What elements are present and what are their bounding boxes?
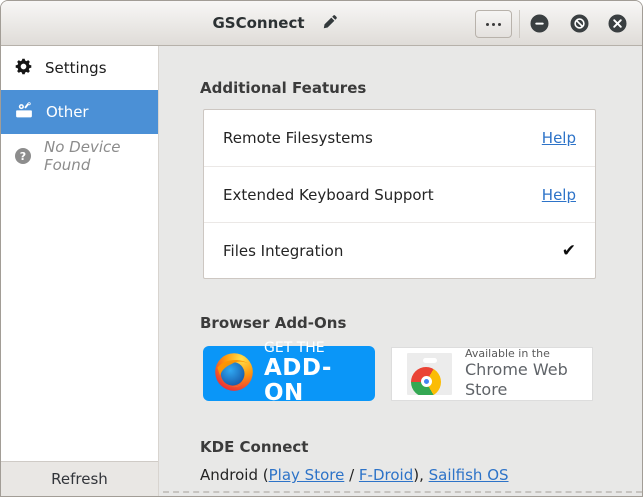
section-heading-additional-features: Additional Features [200, 79, 642, 97]
window-title: GSConnect [212, 14, 304, 32]
features-listbox: Remote Filesystems Help Extended Keyboar… [203, 109, 596, 279]
firefox-badge-line2: ADD-ON [264, 356, 367, 406]
chrome-webstore-badge[interactable]: Available in the Chrome Web Store [391, 347, 593, 401]
gear-icon [15, 58, 32, 79]
minimize-icon [530, 21, 549, 36]
rename-button[interactable] [320, 12, 340, 35]
feature-label: Remote Filesystems [223, 129, 373, 147]
kde-prefix: Android ( [200, 466, 269, 484]
addon-badges: GET THE ADD-ON Available in the Chrome W… [203, 346, 642, 401]
sidebar-item-label: No Device Found [44, 138, 158, 174]
scroll-undershoot-indicator [163, 491, 642, 493]
titlebar[interactable]: GSConnect [1, 1, 642, 46]
sidebar-item-label: Other [46, 103, 89, 121]
close-icon [608, 21, 627, 36]
sidebar-item-no-device: ? No Device Found [1, 134, 158, 178]
check-icon: ✔ [562, 241, 576, 261]
feature-label: Files Integration [223, 242, 343, 260]
fdroid-link[interactable]: F-Droid [359, 466, 413, 484]
sidebar-item-other[interactable]: Other [1, 90, 158, 134]
chrome-badge-line1: Available in the [465, 347, 586, 361]
sidebar-item-settings[interactable]: Settings [1, 46, 158, 90]
chrome-logo-icon [407, 353, 452, 395]
firefox-addon-badge[interactable]: GET THE ADD-ON [203, 346, 375, 401]
firefox-badge-line1: GET THE [264, 341, 367, 356]
toolbox-icon [15, 101, 33, 123]
help-link[interactable]: Help [542, 129, 576, 147]
window-body: Settings Other ? No Device Found Refresh… [1, 46, 642, 496]
maximize-icon [570, 21, 589, 36]
maximize-button[interactable] [570, 14, 589, 33]
help-link[interactable]: Help [542, 186, 576, 204]
firefox-logo-icon [213, 351, 255, 397]
refresh-button[interactable]: Refresh [1, 461, 158, 496]
chrome-badge-line2: Chrome Web Store [465, 360, 586, 400]
pencil-icon [322, 14, 338, 33]
main-content: Additional Features Remote Filesystems H… [159, 46, 642, 496]
menu-button[interactable] [475, 10, 512, 38]
kde-separator: / [344, 466, 359, 484]
minimize-button[interactable] [530, 14, 549, 33]
sidebar-item-label: Settings [45, 59, 107, 77]
feature-row-remote-filesystems: Remote Filesystems Help [204, 110, 595, 166]
sidebar: Settings Other ? No Device Found Refresh [1, 46, 159, 496]
kde-close-paren: ), [413, 466, 428, 484]
feature-label: Extended Keyboard Support [223, 186, 434, 204]
feature-row-extended-keyboard: Extended Keyboard Support Help [204, 166, 595, 222]
section-heading-kde-connect: KDE Connect [200, 438, 642, 456]
close-button[interactable] [608, 14, 627, 33]
chrome-badge-text: Available in the Chrome Web Store [465, 347, 586, 401]
section-heading-browser-addons: Browser Add-Ons [200, 314, 642, 332]
feature-row-files-integration: Files Integration ✔ [204, 222, 595, 278]
sailfish-link[interactable]: Sailfish OS [429, 466, 509, 484]
question-icon: ? [15, 148, 31, 164]
gsconnect-window: GSConnect [0, 0, 643, 497]
title-group: GSConnect [41, 1, 511, 45]
play-store-link[interactable]: Play Store [269, 466, 345, 484]
titlebar-separator [519, 10, 520, 38]
kde-connect-line: Android (Play Store / F-Droid), Sailfish… [200, 466, 642, 484]
ellipsis-icon [486, 23, 501, 26]
firefox-badge-text: GET THE ADD-ON [264, 341, 367, 406]
